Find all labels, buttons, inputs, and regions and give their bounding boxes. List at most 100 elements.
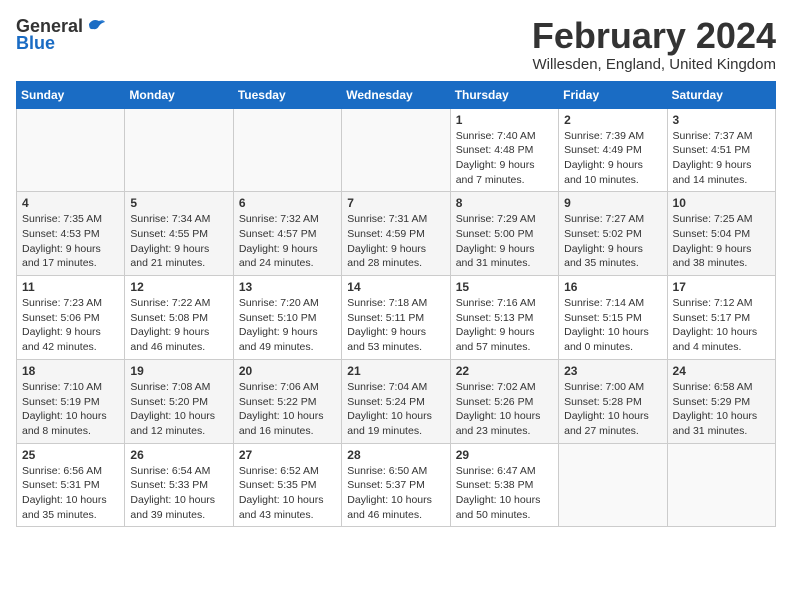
sunrise-label: Sunrise: 6:54 AM: [130, 465, 210, 477]
sunset-label: Sunset: 5:22 PM: [239, 396, 317, 408]
cell-content: Sunrise: 7:12 AM Sunset: 5:17 PM Dayligh…: [673, 296, 770, 355]
day-number: 14: [347, 280, 444, 294]
calendar-table: SundayMondayTuesdayWednesdayThursdayFrid…: [16, 81, 776, 528]
sunrise-label: Sunrise: 7:35 AM: [22, 213, 102, 225]
sunset-label: Sunset: 5:17 PM: [673, 312, 751, 324]
daylight-label: Daylight: 9 hours and 10 minutes.: [564, 159, 643, 186]
daylight-label: Daylight: 10 hours and 16 minutes.: [239, 410, 324, 437]
sunrise-label: Sunrise: 7:04 AM: [347, 381, 427, 393]
sunset-label: Sunset: 4:49 PM: [564, 144, 642, 156]
calendar-cell: 20 Sunrise: 7:06 AM Sunset: 5:22 PM Dayl…: [233, 359, 341, 443]
day-number: 27: [239, 448, 336, 462]
calendar-cell: 4 Sunrise: 7:35 AM Sunset: 4:53 PM Dayli…: [17, 192, 125, 276]
sunset-label: Sunset: 4:57 PM: [239, 228, 317, 240]
month-title: February 2024: [532, 16, 776, 56]
day-number: 29: [456, 448, 553, 462]
column-header-monday: Monday: [125, 81, 233, 108]
cell-content: Sunrise: 7:31 AM Sunset: 4:59 PM Dayligh…: [347, 212, 444, 271]
sunset-label: Sunset: 5:19 PM: [22, 396, 100, 408]
calendar-cell: 1 Sunrise: 7:40 AM Sunset: 4:48 PM Dayli…: [450, 108, 558, 192]
calendar-cell: 13 Sunrise: 7:20 AM Sunset: 5:10 PM Dayl…: [233, 276, 341, 360]
calendar-cell: 14 Sunrise: 7:18 AM Sunset: 5:11 PM Dayl…: [342, 276, 450, 360]
day-number: 10: [673, 196, 770, 210]
day-number: 24: [673, 364, 770, 378]
day-number: 20: [239, 364, 336, 378]
cell-content: Sunrise: 7:37 AM Sunset: 4:51 PM Dayligh…: [673, 129, 770, 188]
calendar-cell: 15 Sunrise: 7:16 AM Sunset: 5:13 PM Dayl…: [450, 276, 558, 360]
sunset-label: Sunset: 5:37 PM: [347, 479, 425, 491]
calendar-cell: 28 Sunrise: 6:50 AM Sunset: 5:37 PM Dayl…: [342, 443, 450, 527]
column-header-tuesday: Tuesday: [233, 81, 341, 108]
sunset-label: Sunset: 5:20 PM: [130, 396, 208, 408]
day-number: 1: [456, 113, 553, 127]
page-header: General Blue February 2024 Willesden, En…: [16, 16, 776, 73]
calendar-cell: 24 Sunrise: 6:58 AM Sunset: 5:29 PM Dayl…: [667, 359, 775, 443]
calendar-cell: [667, 443, 775, 527]
daylight-label: Daylight: 10 hours and 0 minutes.: [564, 326, 649, 353]
calendar-cell: 21 Sunrise: 7:04 AM Sunset: 5:24 PM Dayl…: [342, 359, 450, 443]
day-number: 19: [130, 364, 227, 378]
cell-content: Sunrise: 7:29 AM Sunset: 5:00 PM Dayligh…: [456, 212, 553, 271]
sunrise-label: Sunrise: 6:47 AM: [456, 465, 536, 477]
calendar-cell: 22 Sunrise: 7:02 AM Sunset: 5:26 PM Dayl…: [450, 359, 558, 443]
sunset-label: Sunset: 4:55 PM: [130, 228, 208, 240]
sunset-label: Sunset: 5:13 PM: [456, 312, 534, 324]
day-number: 25: [22, 448, 119, 462]
sunrise-label: Sunrise: 7:39 AM: [564, 130, 644, 142]
cell-content: Sunrise: 7:18 AM Sunset: 5:11 PM Dayligh…: [347, 296, 444, 355]
daylight-label: Daylight: 10 hours and 8 minutes.: [22, 410, 107, 437]
sunrise-label: Sunrise: 7:25 AM: [673, 213, 753, 225]
sunset-label: Sunset: 5:28 PM: [564, 396, 642, 408]
daylight-label: Daylight: 9 hours and 42 minutes.: [22, 326, 101, 353]
cell-content: Sunrise: 7:08 AM Sunset: 5:20 PM Dayligh…: [130, 380, 227, 439]
cell-content: Sunrise: 6:58 AM Sunset: 5:29 PM Dayligh…: [673, 380, 770, 439]
cell-content: Sunrise: 7:10 AM Sunset: 5:19 PM Dayligh…: [22, 380, 119, 439]
cell-content: Sunrise: 7:00 AM Sunset: 5:28 PM Dayligh…: [564, 380, 661, 439]
cell-content: Sunrise: 7:20 AM Sunset: 5:10 PM Dayligh…: [239, 296, 336, 355]
calendar-cell: [342, 108, 450, 192]
cell-content: Sunrise: 7:35 AM Sunset: 4:53 PM Dayligh…: [22, 212, 119, 271]
day-number: 17: [673, 280, 770, 294]
day-number: 4: [22, 196, 119, 210]
calendar-header-row: SundayMondayTuesdayWednesdayThursdayFrid…: [17, 81, 776, 108]
day-number: 18: [22, 364, 119, 378]
sunrise-label: Sunrise: 7:27 AM: [564, 213, 644, 225]
calendar-cell: 2 Sunrise: 7:39 AM Sunset: 4:49 PM Dayli…: [559, 108, 667, 192]
sunrise-label: Sunrise: 6:56 AM: [22, 465, 102, 477]
calendar-cell: 12 Sunrise: 7:22 AM Sunset: 5:08 PM Dayl…: [125, 276, 233, 360]
daylight-label: Daylight: 9 hours and 46 minutes.: [130, 326, 209, 353]
day-number: 9: [564, 196, 661, 210]
sunrise-label: Sunrise: 7:10 AM: [22, 381, 102, 393]
daylight-label: Daylight: 10 hours and 31 minutes.: [673, 410, 758, 437]
day-number: 13: [239, 280, 336, 294]
sunset-label: Sunset: 5:24 PM: [347, 396, 425, 408]
cell-content: Sunrise: 7:32 AM Sunset: 4:57 PM Dayligh…: [239, 212, 336, 271]
day-number: 3: [673, 113, 770, 127]
calendar-cell: 5 Sunrise: 7:34 AM Sunset: 4:55 PM Dayli…: [125, 192, 233, 276]
calendar-cell: [559, 443, 667, 527]
calendar-cell: 25 Sunrise: 6:56 AM Sunset: 5:31 PM Dayl…: [17, 443, 125, 527]
day-number: 26: [130, 448, 227, 462]
title-area: February 2024 Willesden, England, United…: [532, 16, 776, 73]
column-header-friday: Friday: [559, 81, 667, 108]
sunset-label: Sunset: 4:51 PM: [673, 144, 751, 156]
calendar-cell: 6 Sunrise: 7:32 AM Sunset: 4:57 PM Dayli…: [233, 192, 341, 276]
calendar-week-row: 18 Sunrise: 7:10 AM Sunset: 5:19 PM Dayl…: [17, 359, 776, 443]
sunset-label: Sunset: 5:35 PM: [239, 479, 317, 491]
column-header-thursday: Thursday: [450, 81, 558, 108]
sunset-label: Sunset: 5:33 PM: [130, 479, 208, 491]
day-number: 15: [456, 280, 553, 294]
cell-content: Sunrise: 7:14 AM Sunset: 5:15 PM Dayligh…: [564, 296, 661, 355]
day-number: 23: [564, 364, 661, 378]
sunrise-label: Sunrise: 6:52 AM: [239, 465, 319, 477]
day-number: 7: [347, 196, 444, 210]
logo-bird-icon: [85, 18, 107, 36]
daylight-label: Daylight: 9 hours and 21 minutes.: [130, 243, 209, 270]
calendar-cell: 8 Sunrise: 7:29 AM Sunset: 5:00 PM Dayli…: [450, 192, 558, 276]
calendar-cell: 26 Sunrise: 6:54 AM Sunset: 5:33 PM Dayl…: [125, 443, 233, 527]
sunrise-label: Sunrise: 7:00 AM: [564, 381, 644, 393]
calendar-cell: [233, 108, 341, 192]
calendar-cell: 3 Sunrise: 7:37 AM Sunset: 4:51 PM Dayli…: [667, 108, 775, 192]
cell-content: Sunrise: 6:56 AM Sunset: 5:31 PM Dayligh…: [22, 464, 119, 523]
cell-content: Sunrise: 7:04 AM Sunset: 5:24 PM Dayligh…: [347, 380, 444, 439]
